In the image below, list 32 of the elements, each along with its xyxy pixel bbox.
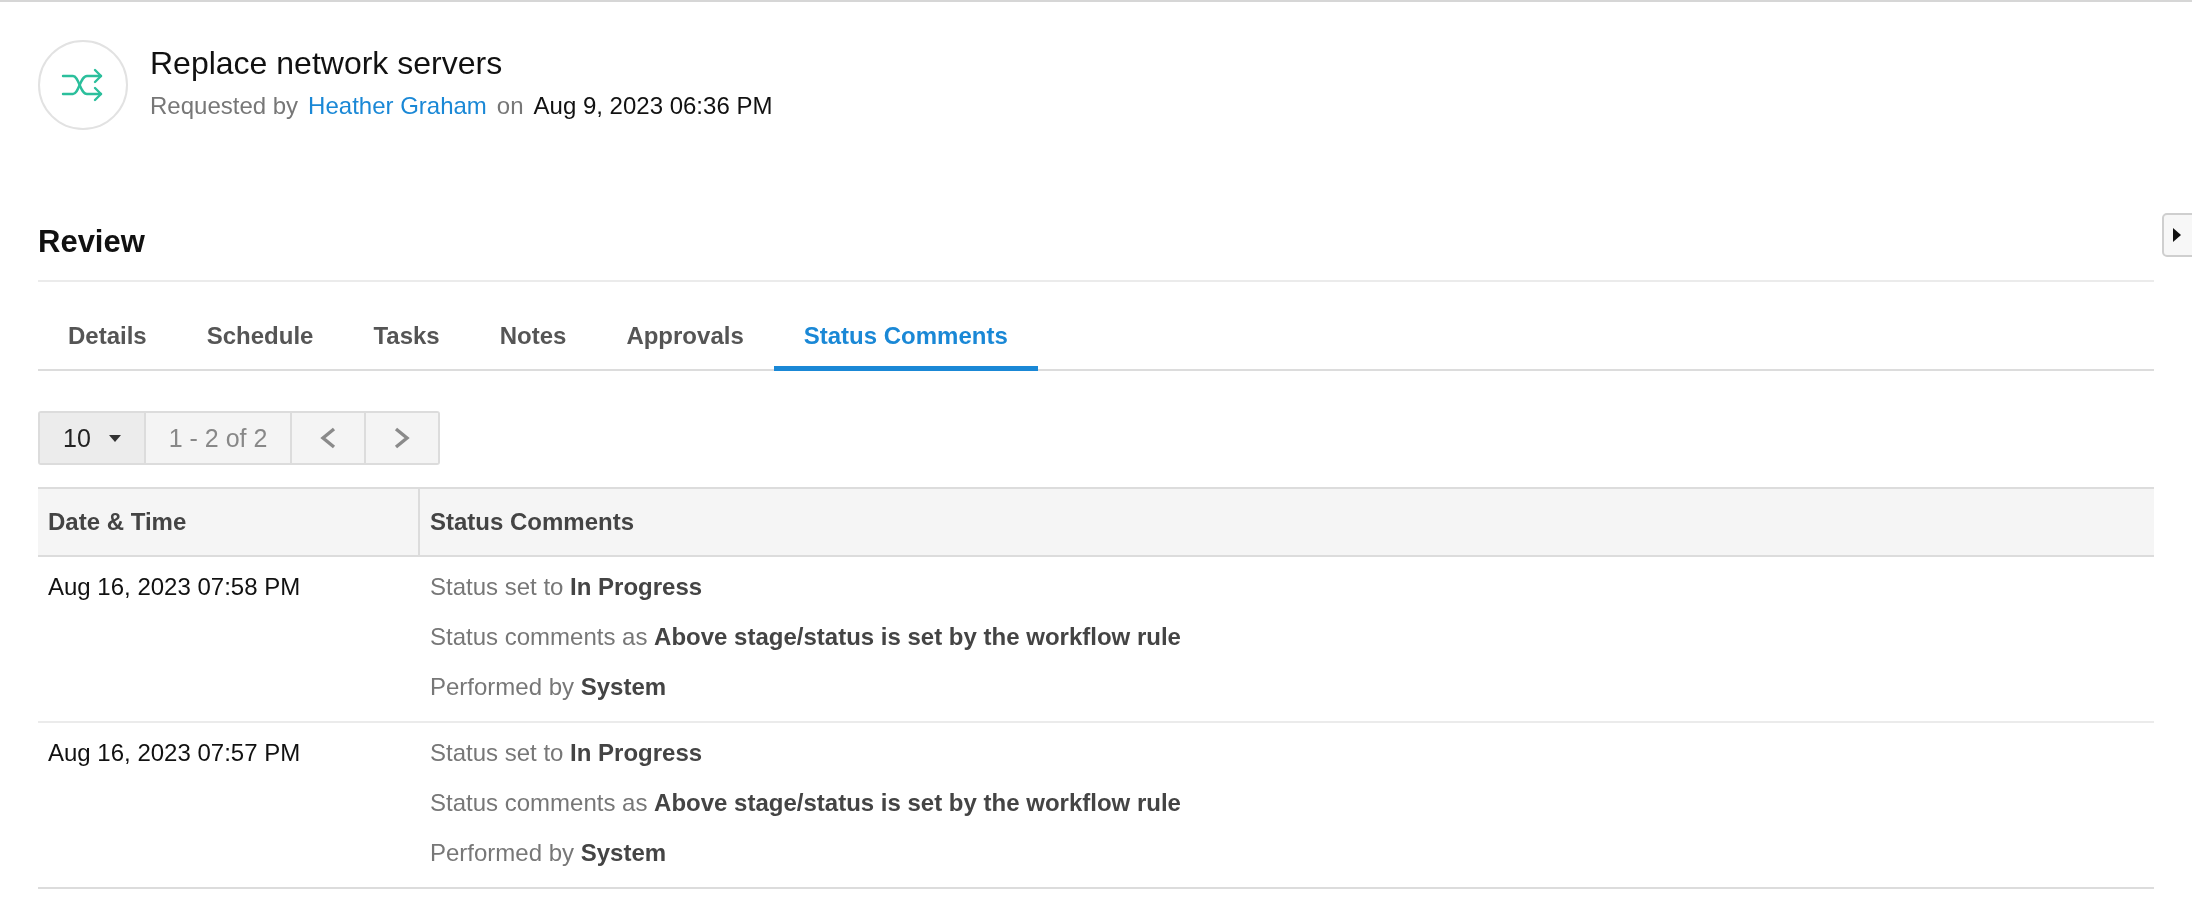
tab[interactable]: Status Comments [773, 304, 1038, 371]
requester-link[interactable]: Heather Graham [308, 91, 487, 120]
triangle-right-icon [2173, 228, 2181, 242]
request-date: Aug 9, 2023 06:36 PM [533, 91, 773, 120]
tab[interactable]: Details [38, 304, 177, 371]
request-icon [38, 40, 128, 130]
status-comment-line: Performed by System [430, 672, 668, 701]
status-comment-line: Performed by System [430, 838, 668, 867]
page-size-dropdown[interactable]: 10 [40, 413, 144, 463]
status-comment-line: Status set to In Progress [430, 572, 704, 601]
section-title: Review [38, 224, 146, 260]
chevron-right-icon [392, 426, 412, 450]
caret-icon [108, 434, 121, 442]
tab[interactable]: Approvals [596, 304, 774, 371]
tab[interactable]: Tasks [343, 304, 470, 371]
tab[interactable]: Notes [469, 304, 597, 371]
on-label: on [496, 91, 524, 120]
status-comment-line: Status comments as Above stage/status is set by the workflow rule [430, 788, 1181, 817]
column-header: Date & Time [47, 507, 188, 537]
status-comment-line: Status comments as Above stage/status is set by the workflow rule [430, 622, 1181, 651]
page-range: 1 - 2 of 2 [144, 413, 290, 463]
tab[interactable]: Schedule [176, 304, 344, 371]
date-time-cell: Aug 16, 2023 07:57 PM [48, 739, 301, 766]
column-header: Status Comments [418, 489, 645, 555]
chevron-left-icon [318, 426, 338, 450]
previous-page-button[interactable] [290, 413, 364, 463]
status-comment-line: Status set to In Progress [430, 738, 704, 767]
date-time-cell: Aug 16, 2023 07:58 PM [48, 573, 301, 600]
request-title: Replace network servers [150, 44, 504, 82]
next-page-button[interactable] [364, 413, 438, 463]
requested-by-label: Requested by [150, 91, 299, 120]
expand-panel-button[interactable] [2162, 213, 2192, 257]
